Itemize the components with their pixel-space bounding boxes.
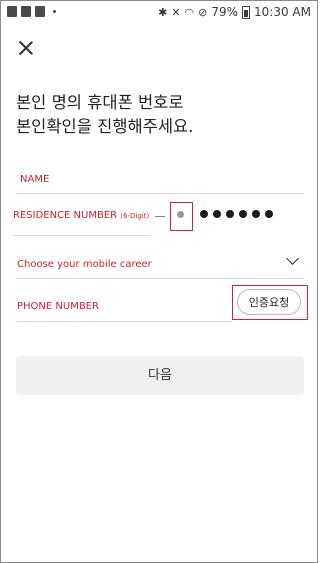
masked-digit-dot bbox=[200, 210, 208, 218]
title-line-1: 본인 명의 휴대폰 번호로 bbox=[16, 93, 184, 112]
gallery-icon bbox=[7, 6, 17, 17]
name-field-label[interactable]: NAME bbox=[20, 174, 49, 185]
do-not-disturb-icon: ⊘ bbox=[198, 5, 208, 19]
bluetooth-icon: ✱ bbox=[158, 5, 168, 19]
masked-digits bbox=[200, 210, 273, 218]
masked-digit-dot bbox=[226, 210, 234, 218]
residence-number-dash bbox=[155, 216, 165, 217]
chevron-down-icon[interactable] bbox=[286, 252, 299, 265]
carrier-select[interactable]: Choose your mobile career bbox=[17, 259, 152, 270]
request-verification-button[interactable]: 인증요청 bbox=[237, 289, 301, 315]
page-title: 본인 명의 휴대폰 번호로 본인확인을 진행해주세요. bbox=[16, 91, 193, 139]
system-icons: ✱ ✕ ◠ ⊘ 79% 10:30 AM bbox=[158, 5, 311, 19]
close-icon[interactable] bbox=[15, 37, 37, 59]
status-bar: ✱ ✕ ◠ ⊘ 79% 10:30 AM bbox=[1, 1, 317, 25]
wifi-icon: ◠ bbox=[184, 5, 195, 19]
clock: 10:30 AM bbox=[254, 5, 311, 19]
more-notifications-icon bbox=[53, 10, 56, 13]
residence-number-label[interactable]: RESIDENCE NUMBER (6-Digit) bbox=[13, 210, 149, 221]
first-digit-placeholder-dot bbox=[177, 211, 184, 218]
notification-icons bbox=[7, 6, 56, 17]
battery-icon bbox=[242, 5, 251, 19]
residence-number-sublabel: (6-Digit) bbox=[120, 212, 150, 220]
residence-number-underline bbox=[13, 235, 151, 236]
residence-number-label-text: RESIDENCE NUMBER bbox=[13, 210, 118, 221]
bag-icon bbox=[35, 6, 45, 17]
masked-digit-dot bbox=[213, 210, 221, 218]
phone-number-field[interactable]: PHONE NUMBER bbox=[17, 301, 99, 312]
battery-percent: 79% bbox=[211, 5, 239, 19]
masked-digit-dot bbox=[239, 210, 247, 218]
masked-digit-dot bbox=[252, 210, 260, 218]
carrier-underline bbox=[16, 278, 304, 279]
name-field-underline bbox=[16, 193, 304, 194]
masked-digit-dot bbox=[265, 210, 273, 218]
phone-number-underline bbox=[16, 321, 232, 322]
mute-icon: ✕ bbox=[171, 5, 181, 19]
title-line-2: 본인확인을 진행해주세요. bbox=[16, 117, 194, 136]
next-button[interactable]: 다음 bbox=[16, 356, 304, 395]
puzzle-icon bbox=[21, 6, 31, 17]
